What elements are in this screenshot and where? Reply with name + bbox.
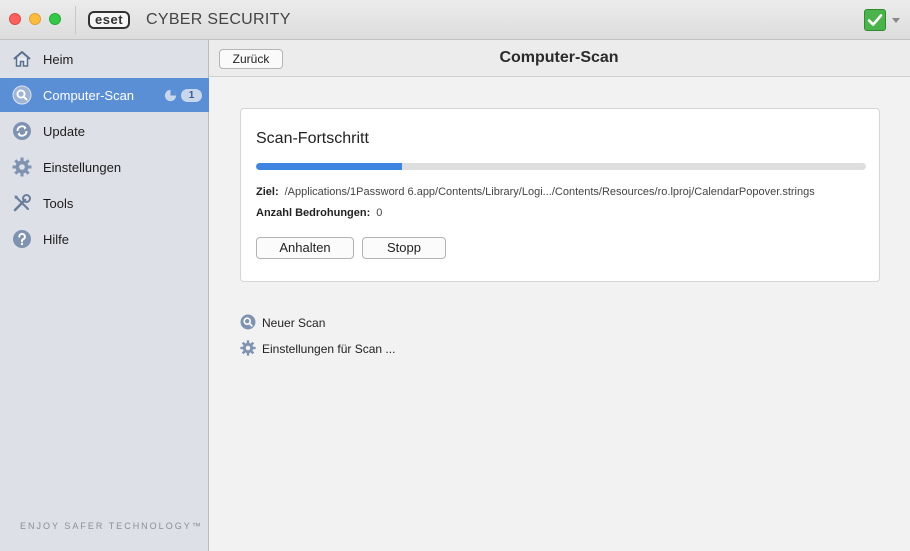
- scan-progress-bar: [256, 163, 866, 170]
- home-icon: [13, 51, 31, 67]
- pause-button[interactable]: Anhalten: [256, 237, 354, 259]
- scan-target-value: /Applications/1Password 6.app/Contents/L…: [284, 186, 815, 198]
- scan-count-badge: 1: [181, 89, 202, 102]
- protection-status-button[interactable]: [864, 9, 886, 31]
- tools-icon: [13, 194, 31, 212]
- scan-target-label: Ziel:: [256, 186, 279, 198]
- threat-count-label: Anzahl Bedrohungen:: [256, 207, 371, 219]
- sidebar-tagline: ENJOY SAFER TECHNOLOGY™: [20, 521, 203, 531]
- titlebar-divider: [75, 6, 76, 34]
- scan-progress-icon: [164, 89, 177, 102]
- sidebar-item-home[interactable]: Heim: [0, 42, 209, 76]
- update-icon: [13, 122, 31, 140]
- gear-icon: [12, 157, 32, 177]
- back-button[interactable]: Zurück: [219, 49, 283, 69]
- sidebar-item-label: Computer-Scan: [43, 88, 135, 103]
- magnifier-icon: [240, 314, 256, 330]
- threat-count-row: Anzahl Bedrohungen: 0: [256, 207, 382, 219]
- sidebar-item-label: Hilfe: [43, 232, 70, 247]
- window-titlebar: eset CYBER SECURITY: [0, 0, 910, 40]
- scan-settings-label: Einstellungen für Scan ...: [262, 342, 396, 356]
- sidebar-item-label: Einstellungen: [43, 160, 122, 175]
- sidebar-item-label: Update: [43, 124, 85, 139]
- stop-button[interactable]: Stopp: [362, 237, 446, 259]
- sidebar-item-help[interactable]: Hilfe: [0, 222, 209, 256]
- sidebar: Heim Computer-Scan 1 Update Einstellunge…: [0, 40, 209, 551]
- threat-count-value: 0: [376, 207, 383, 219]
- new-scan-label: Neuer Scan: [262, 316, 326, 330]
- sidebar-item-label: Tools: [43, 196, 74, 211]
- app-title: CYBER SECURITY: [146, 11, 291, 28]
- window-close-button[interactable]: [9, 13, 21, 25]
- window-maximize-button[interactable]: [49, 13, 61, 25]
- checkmark-icon: [867, 14, 883, 26]
- sidebar-item-update[interactable]: Update: [0, 114, 209, 148]
- scan-progress-fill: [256, 163, 403, 170]
- magnifier-icon: [12, 85, 32, 105]
- page-title: Computer-Scan: [499, 49, 619, 66]
- scan-progress-panel: Scan-Fortschritt Ziel: /Applications/1Pas…: [240, 108, 880, 282]
- sidebar-item-tools[interactable]: Tools: [0, 186, 209, 220]
- help-icon: [13, 230, 31, 248]
- eset-logo: eset: [88, 11, 131, 29]
- window-minimize-button[interactable]: [29, 13, 41, 25]
- sidebar-item-label: Heim: [43, 52, 74, 67]
- scan-target-row: Ziel: /Applications/1Password 6.app/Conte…: [256, 186, 815, 198]
- content-header: Zurück Computer-Scan: [209, 40, 910, 77]
- gear-icon: [240, 340, 256, 356]
- panel-title: Scan-Fortschritt: [256, 130, 369, 147]
- chevron-down-icon[interactable]: [892, 18, 900, 23]
- sidebar-item-computer-scan[interactable]: Computer-Scan 1: [0, 78, 209, 112]
- sidebar-item-settings[interactable]: Einstellungen: [0, 150, 209, 184]
